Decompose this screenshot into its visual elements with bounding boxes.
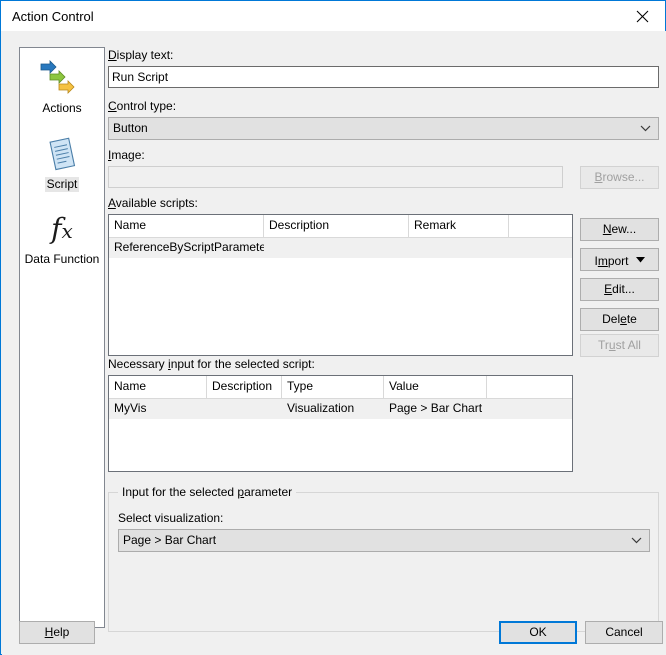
category-sidebar: Actions Script 𝑓x Data Function [19, 47, 105, 628]
cell-type: Visualization [287, 401, 355, 415]
image-input[interactable] [108, 166, 563, 188]
chevron-down-icon [640, 118, 651, 139]
image-label: Image: [108, 148, 145, 162]
cell-value: Page > Bar Chart [389, 401, 483, 415]
cancel-button[interactable]: Cancel [585, 621, 663, 644]
ok-button[interactable]: OK [499, 621, 577, 644]
select-visualization-label: Select visualization: [118, 511, 224, 525]
sidebar-item-data-function[interactable]: 𝑓x Data Function [20, 208, 104, 267]
sidebar-item-actions[interactable]: Actions [20, 57, 104, 116]
control-type-label: Control type: [108, 99, 177, 113]
necessary-input-label: Necessary input for the selected script: [108, 357, 315, 371]
delete-script-button[interactable]: Delete [580, 308, 659, 331]
new-script-button[interactable]: New... [580, 218, 659, 241]
available-scripts-label: Available scripts: [108, 196, 198, 210]
parameter-input-group: Input for the selected parameter Select … [108, 485, 659, 632]
column-header-name[interactable]: Name [109, 376, 207, 398]
column-header-description[interactable]: Description [207, 376, 282, 398]
cell-description [207, 399, 282, 419]
script-document-icon [20, 133, 104, 177]
table-row[interactable]: MyVis Visualization Page > Bar Chart [109, 399, 572, 419]
script-parameters-list[interactable]: Name Description Type Value MyVis Visual… [108, 375, 573, 472]
edit-script-button[interactable]: Edit... [580, 278, 659, 301]
import-label: Import [594, 254, 629, 268]
browse-button: Browse... [580, 166, 659, 189]
chevron-down-icon [635, 249, 645, 270]
fx-icon: 𝑓x [51, 212, 73, 245]
arrows-icon [20, 57, 104, 101]
column-header-filler [487, 376, 572, 398]
parameter-input-group-title: Input for the selected parameter [118, 485, 297, 499]
display-text-label: Display text: [108, 48, 174, 62]
help-button[interactable]: Help [19, 621, 95, 644]
close-icon[interactable] [619, 1, 665, 31]
control-type-combobox[interactable]: Button [108, 117, 659, 140]
action-control-dialog: Action Control Actions Script 𝑓x Data Fu… [0, 0, 666, 655]
sidebar-item-label: Data Function [24, 252, 100, 266]
control-type-value: Button [113, 121, 148, 135]
settings-panel: Display text: Control type: Button Image… [108, 31, 666, 655]
column-header-remark[interactable]: Remark [409, 215, 509, 237]
sidebar-item-label: Script [44, 177, 80, 192]
column-header-description[interactable]: Description [264, 215, 409, 237]
parameters-table-header: Name Description Type Value [109, 376, 572, 399]
display-text-input[interactable] [108, 66, 659, 88]
window-title: Action Control [12, 9, 94, 24]
cell-name: MyVis [114, 401, 147, 415]
cell-remark [409, 238, 509, 258]
sidebar-item-script[interactable]: Script [20, 133, 104, 192]
chevron-down-icon [631, 530, 642, 551]
select-visualization-value: Page > Bar Chart [123, 533, 217, 547]
column-header-type[interactable]: Type [282, 376, 384, 398]
column-header-value[interactable]: Value [384, 376, 487, 398]
title-bar: Action Control [1, 1, 665, 31]
select-visualization-combobox[interactable]: Page > Bar Chart [118, 529, 650, 552]
cell-description [264, 238, 409, 258]
scripts-table-header: Name Description Remark [109, 215, 572, 238]
import-script-button[interactable]: Import [580, 248, 659, 271]
sidebar-item-label: Actions [42, 101, 82, 115]
trust-all-button: Trust All [580, 334, 659, 357]
dialog-body: Actions Script 𝑓x Data Function Display … [2, 31, 666, 655]
cell-name: ReferenceByScriptParameter [114, 240, 264, 254]
column-header-name[interactable]: Name [109, 215, 264, 237]
table-row[interactable]: ReferenceByScriptParameter [109, 238, 572, 258]
column-header-filler [509, 215, 572, 237]
available-scripts-list[interactable]: Name Description Remark ReferenceByScrip… [108, 214, 573, 356]
